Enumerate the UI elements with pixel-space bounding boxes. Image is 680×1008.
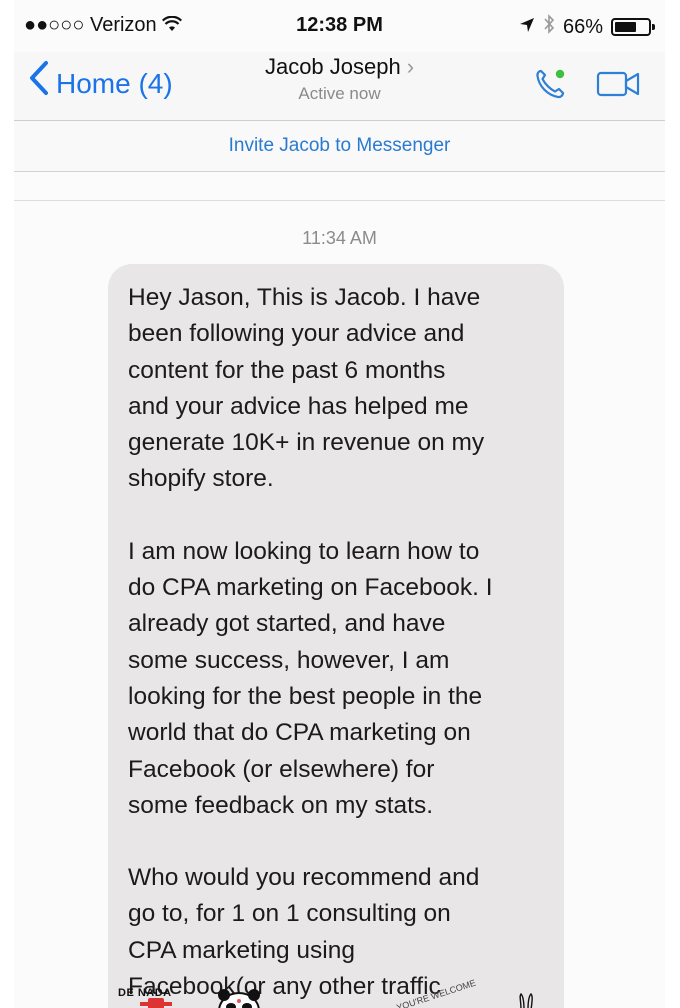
status-right: 66% [519,14,655,40]
battery-icon [611,18,655,36]
contact-name: Jacob Joseph [264,54,401,79]
blue-sticker[interactable] [38,1002,78,1008]
panda-sticker[interactable] [216,987,262,1008]
video-camera-icon [596,71,640,97]
nav-bar: Home (4) Jacob Joseph › Active now [14,52,665,121]
message-timestamp: 11:34 AM [302,228,377,248]
battery-percent: 66% [562,15,603,38]
right-gutter [665,0,680,1008]
chevron-right-icon: › [406,54,415,79]
incoming-message-bubble[interactable]: Hey Jason, This is Jacob. I have been fo… [108,264,564,1008]
video-call-button[interactable] [596,70,642,98]
bluetooth-icon [543,14,555,40]
left-gutter [0,0,14,1008]
battery-fill [615,22,637,32]
phone-icon [536,69,565,99]
status-bar: ●●○○○ Verizon 12:38 PM 66% [14,0,665,52]
phone-call-button[interactable] [532,66,568,102]
thread-divider [14,200,665,201]
message-paragraph-1: Hey Jason, This is Jacob. I have been fo… [128,284,485,493]
message-paragraph-2: I am now looking to learn how to do CPA … [128,537,493,819]
bunny-sticker[interactable] [516,992,536,1008]
location-arrow-icon [519,16,535,39]
invite-to-messenger-link[interactable]: Invite Jacob to Messenger [14,121,665,172]
sticker-tray: DE NADA YOU'RE WELCOME [14,978,665,1008]
messenger-screen: ●●○○○ Verizon 12:38 PM 66% Home (4) Jaco… [14,0,665,1008]
de-nada-sticker-art [134,996,178,1008]
youre-welcome-sticker[interactable]: YOU'RE WELCOME [395,978,479,1008]
